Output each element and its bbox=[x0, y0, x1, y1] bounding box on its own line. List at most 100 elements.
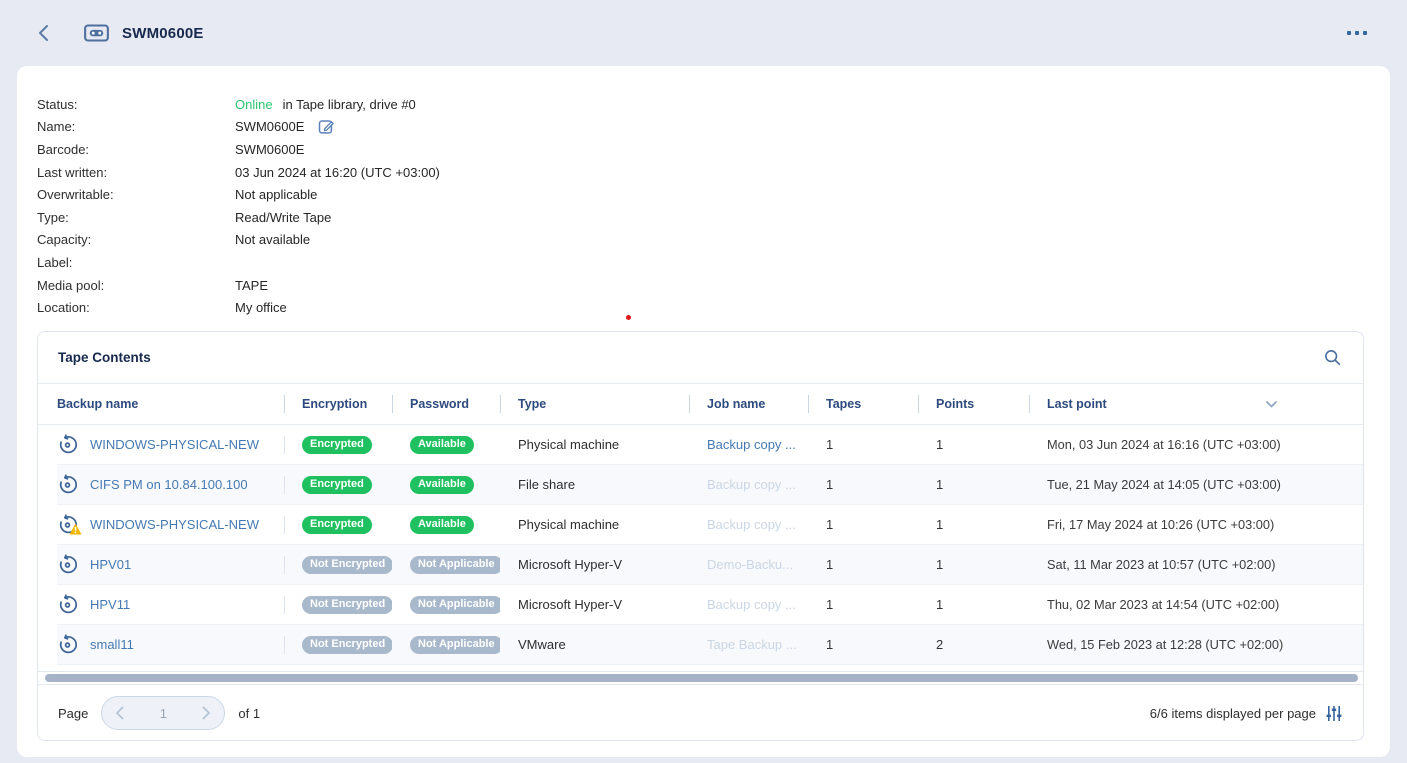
backup-name-link[interactable]: HPV11 bbox=[90, 597, 130, 612]
back-button[interactable] bbox=[32, 22, 54, 44]
warning-icon bbox=[69, 523, 82, 535]
edit-name-icon[interactable] bbox=[318, 118, 335, 135]
column-header[interactable]: Backup name bbox=[57, 384, 284, 424]
backup-name-link[interactable]: CIFS PM on 10.84.100.100 bbox=[90, 477, 248, 492]
column-header[interactable]: Tapes bbox=[808, 384, 918, 424]
info-label: Overwritable: bbox=[37, 187, 235, 202]
column-header-label: Job name bbox=[707, 397, 765, 411]
table-row[interactable]: HPV11 Not Encrypted.. Not Applicable. Mi… bbox=[57, 585, 1363, 625]
backup-name-link[interactable]: WINDOWS-PHYSICAL-NEW bbox=[90, 437, 259, 452]
column-header-label: Tapes bbox=[826, 397, 861, 411]
sliders-icon[interactable] bbox=[1326, 705, 1342, 722]
info-label: Type: bbox=[37, 210, 235, 225]
column-header-label: Encryption bbox=[302, 397, 367, 411]
info-label: Last written: bbox=[37, 165, 235, 180]
restore-point-icon bbox=[57, 554, 78, 575]
table-row[interactable]: WINDOWS-PHYSICAL-NEW Encrypted Available… bbox=[57, 505, 1363, 545]
cursor-dot bbox=[626, 315, 631, 320]
tape-details-card: Status: Online in Tape library, drive #0… bbox=[17, 66, 1390, 757]
info-label: Barcode: bbox=[37, 142, 235, 157]
info-value-text: SWM0600E bbox=[235, 119, 304, 134]
info-value: TAPE bbox=[235, 278, 268, 293]
info-value: SWM0600E bbox=[235, 142, 304, 157]
page-of-label: of 1 bbox=[238, 706, 260, 721]
ellipsis-icon bbox=[1347, 31, 1351, 35]
job-name-link[interactable]: Backup copy ... bbox=[707, 477, 796, 492]
panel-header: Tape Contents bbox=[38, 332, 1363, 384]
tapes-cell: 1 bbox=[808, 637, 918, 652]
column-header[interactable]: Points bbox=[918, 384, 1029, 424]
points-cell: 2 bbox=[918, 637, 1029, 652]
table-footer: Page 1 of 1 6/6 items displayed per page bbox=[38, 684, 1363, 741]
scrollbar-thumb[interactable] bbox=[45, 674, 1358, 682]
info-label: Status: bbox=[37, 97, 235, 112]
encryption-badge: Encrypted bbox=[302, 436, 372, 454]
column-header[interactable]: Type bbox=[500, 384, 689, 424]
table-row[interactable]: CIFS PM on 10.84.100.100 Encrypted Avail… bbox=[57, 465, 1363, 505]
type-cell: VMware bbox=[500, 637, 689, 652]
table-row[interactable]: small11 Not Encrypted.. Not Applicable. … bbox=[57, 625, 1363, 665]
column-header-label: Last point bbox=[1047, 397, 1107, 411]
job-name-link[interactable]: Demo-Backu... bbox=[707, 557, 793, 572]
backup-name-link[interactable]: WINDOWS-PHYSICAL-NEW bbox=[90, 517, 259, 532]
points-cell: 1 bbox=[918, 557, 1029, 572]
last-point-cell: Wed, 15 Feb 2023 at 12:28 (UTC +02:00) bbox=[1029, 637, 1363, 652]
more-actions-button[interactable] bbox=[1345, 25, 1369, 41]
password-badge: Not Applicable bbox=[410, 596, 500, 614]
status-online-text: Online bbox=[235, 97, 273, 112]
type-cell: Microsoft Hyper-V bbox=[500, 597, 689, 612]
page-next-button[interactable] bbox=[202, 706, 211, 720]
info-value-text: Not available bbox=[235, 232, 310, 247]
column-header-label: Points bbox=[936, 397, 974, 411]
info-label: Name: bbox=[37, 119, 235, 134]
table-body: WINDOWS-PHYSICAL-NEW Encrypted Available… bbox=[38, 425, 1363, 671]
password-badge: Available bbox=[410, 516, 474, 534]
restore-point-icon bbox=[57, 434, 78, 455]
password-badge: Not Applicable bbox=[410, 636, 500, 654]
page-title: SWM0600E bbox=[122, 25, 204, 42]
job-name-link[interactable]: Backup copy ... bbox=[707, 437, 796, 452]
info-value: Read/Write Tape bbox=[235, 210, 331, 225]
chevron-left-icon bbox=[37, 24, 49, 42]
info-value-text: Read/Write Tape bbox=[235, 210, 331, 225]
info-value: Not applicable bbox=[235, 187, 317, 202]
job-name-link[interactable]: Backup copy ... bbox=[707, 597, 796, 612]
encryption-badge: Encrypted bbox=[302, 516, 372, 534]
backup-name-link[interactable]: HPV01 bbox=[90, 557, 131, 572]
last-point-cell: Sat, 11 Mar 2023 at 10:57 (UTC +02:00) bbox=[1029, 557, 1363, 572]
encryption-badge: Not Encrypted bbox=[302, 556, 392, 574]
info-row: Capacity: Not available bbox=[37, 229, 1390, 252]
column-header[interactable]: Encryption bbox=[284, 384, 392, 424]
page-prev-button[interactable] bbox=[115, 706, 124, 720]
column-header[interactable]: Job name bbox=[689, 384, 808, 424]
info-value-text: in Tape library, drive #0 bbox=[283, 97, 416, 112]
points-cell: 1 bbox=[918, 437, 1029, 452]
chevron-right-icon bbox=[202, 706, 211, 720]
info-value: SWM0600E bbox=[235, 118, 335, 135]
tapes-cell: 1 bbox=[808, 437, 918, 452]
search-icon[interactable] bbox=[1323, 348, 1342, 367]
items-per-page-text: 6/6 items displayed per page bbox=[1150, 706, 1316, 721]
table-row[interactable]: HPV01 Not Encrypted.. Not Applicable. Mi… bbox=[57, 545, 1363, 585]
password-badge: Available bbox=[410, 436, 474, 454]
info-row: Name: SWM0600E bbox=[37, 116, 1390, 139]
tapes-cell: 1 bbox=[808, 477, 918, 492]
type-cell: Microsoft Hyper-V bbox=[500, 557, 689, 572]
table-header-row: Backup name Encryption Password Type Job… bbox=[38, 384, 1363, 425]
horizontal-scrollbar bbox=[38, 671, 1363, 684]
last-point-cell: Thu, 02 Mar 2023 at 14:54 (UTC +02:00) bbox=[1029, 597, 1363, 612]
info-value: 03 Jun 2024 at 16:20 (UTC +03:00) bbox=[235, 165, 440, 180]
last-point-cell: Tue, 21 May 2024 at 14:05 (UTC +03:00) bbox=[1029, 477, 1363, 492]
info-row: Barcode: SWM0600E bbox=[37, 138, 1390, 161]
column-header-label: Type bbox=[518, 397, 546, 411]
column-header[interactable]: Password bbox=[392, 384, 500, 424]
backup-name-link[interactable]: small11 bbox=[90, 637, 134, 652]
info-value-text: Not applicable bbox=[235, 187, 317, 202]
info-label: Media pool: bbox=[37, 278, 235, 293]
job-name-link[interactable]: Backup copy ... bbox=[707, 517, 796, 532]
tapes-cell: 1 bbox=[808, 597, 918, 612]
job-name-link[interactable]: Tape Backup ... bbox=[707, 637, 797, 652]
page-number-input[interactable]: 1 bbox=[160, 706, 167, 721]
table-row[interactable]: WINDOWS-PHYSICAL-NEW Encrypted Available… bbox=[57, 425, 1363, 465]
column-header[interactable]: Last point bbox=[1029, 384, 1363, 424]
